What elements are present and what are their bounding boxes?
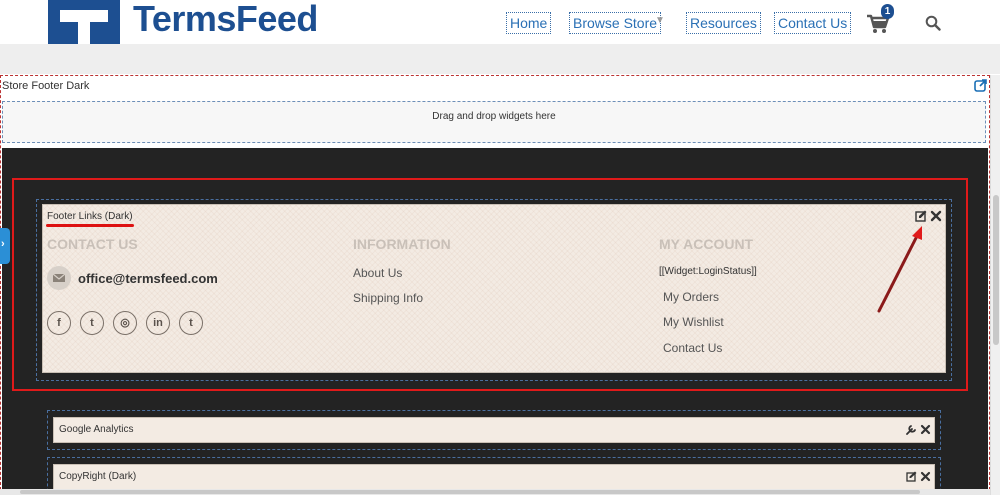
contact-email[interactable]: office@termsfeed.com xyxy=(78,271,218,286)
horizontal-scrollbar[interactable] xyxy=(0,489,990,495)
linkedin-icon[interactable]: in xyxy=(146,311,170,335)
nav-browse-store[interactable]: Browse Store xyxy=(569,12,662,34)
link-shipping-info[interactable]: Shipping Info xyxy=(353,291,423,305)
link-my-wishlist[interactable]: My Wishlist xyxy=(663,315,724,329)
annotation-arrow xyxy=(877,226,922,313)
nav-home[interactable]: Home xyxy=(506,12,552,34)
close-icon[interactable] xyxy=(930,210,942,222)
site-header: TermsFeed Home Browse Store ▼ Resources … xyxy=(0,0,1000,50)
scrollbar-thumb[interactable] xyxy=(993,195,999,345)
link-my-orders[interactable]: My Orders xyxy=(663,290,719,304)
contact-heading: CONTACT US xyxy=(47,236,138,252)
link-about-us[interactable]: About Us xyxy=(353,266,402,280)
external-edit-icon[interactable] xyxy=(974,79,987,92)
close-icon[interactable] xyxy=(920,471,931,482)
nav-resources[interactable]: Resources xyxy=(686,12,761,34)
footer-links-widget[interactable] xyxy=(42,204,946,373)
side-panel-toggle[interactable]: › xyxy=(0,228,10,264)
information-heading: INFORMATION xyxy=(353,236,451,252)
title-underline-annotation xyxy=(46,224,134,227)
search-icon[interactable] xyxy=(925,15,941,31)
chevron-down-icon: ▼ xyxy=(655,15,665,26)
facebook-icon[interactable]: f xyxy=(47,311,71,335)
my-account-heading: MY ACCOUNT xyxy=(659,236,754,252)
cart-count-badge: 1 xyxy=(881,4,894,19)
copyright-title: CopyRight (Dark) xyxy=(59,471,137,482)
login-status-placeholder: [[Widget:LoginStatus]] xyxy=(659,266,757,277)
twitter-icon[interactable]: t xyxy=(80,311,104,335)
widget-title: Footer Links (Dark) xyxy=(47,211,133,222)
logo-text[interactable]: TermsFeed xyxy=(133,0,318,40)
close-icon[interactable] xyxy=(920,424,931,435)
nav-contact-us[interactable]: Contact Us xyxy=(774,12,852,34)
horizontal-scrollbar-thumb[interactable] xyxy=(20,490,920,494)
google-analytics-title: Google Analytics xyxy=(59,424,134,435)
tumblr-icon[interactable]: t xyxy=(179,311,203,335)
logo-mark[interactable] xyxy=(48,0,120,50)
header-divider xyxy=(0,44,1000,74)
instagram-icon[interactable]: ◎ xyxy=(113,311,137,335)
email-icon xyxy=(47,266,71,290)
copyright-widget[interactable]: CopyRight (Dark) xyxy=(53,464,935,490)
nav-browse-store-label: Browse Store xyxy=(573,15,658,31)
wrench-icon[interactable] xyxy=(906,424,917,435)
vertical-scrollbar[interactable] xyxy=(990,75,1000,495)
google-analytics-widget[interactable]: Google Analytics xyxy=(53,417,935,443)
widget-dropzone[interactable]: Drag and drop widgets here xyxy=(2,101,986,143)
link-contact-us[interactable]: Contact Us xyxy=(663,341,722,355)
store-footer-title: Store Footer Dark xyxy=(2,80,90,92)
chevron-right-icon: › xyxy=(1,238,5,250)
edit-icon[interactable] xyxy=(906,471,917,482)
